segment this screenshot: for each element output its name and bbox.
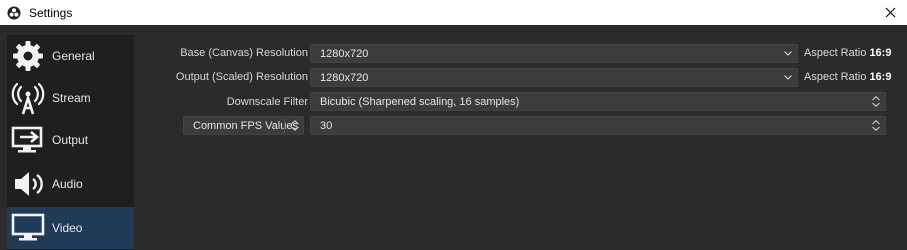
gear-icon [11,39,45,73]
sidebar-item-output[interactable]: Output [7,119,134,161]
sidebar-item-label: Stream [52,91,91,105]
updown-chevron-icon [867,93,885,110]
window-title: Settings [29,5,73,20]
base-resolution-label: Base (Canvas) Resolution [180,47,308,59]
monitor-icon [11,211,45,245]
aspect-ratio-value: 16:9 [869,47,892,59]
output-icon [11,123,45,157]
downscale-filter-label: Downscale Filter [226,96,308,108]
sidebar-item-general[interactable]: General [7,35,134,77]
close-icon [885,7,895,18]
updown-chevron-icon [867,117,885,134]
settings-main: General Stream Output Audio Video Base (… [0,25,907,250]
obs-logo-icon [7,6,21,19]
downscale-filter-value: Bicubic (Sharpened scaling, 16 samples) [320,96,520,108]
speaker-icon [11,167,45,201]
fps-value-select[interactable]: 30 [310,116,886,135]
base-aspect-ratio: Aspect Ratio 16:9 [804,47,891,59]
chevron-down-icon [779,45,797,62]
output-resolution-combo[interactable]: 1280x720 [310,68,798,87]
aspect-ratio-value: 16:9 [869,71,892,83]
fps-type-select[interactable]: Common FPS Values [183,116,304,135]
divider [284,119,285,133]
output-resolution-value: 1280x720 [320,72,369,84]
output-aspect-ratio: Aspect Ratio 16:9 [804,71,891,83]
base-resolution-value: 1280x720 [320,48,369,60]
sidebar-item-label: Video [52,221,83,235]
sidebar-item-video[interactable]: Video [7,207,134,249]
sidebar-item-audio[interactable]: Audio [7,163,134,205]
settings-sidebar: General Stream Output Audio Video [7,35,134,250]
updown-chevron-icon [291,120,299,134]
sidebar-item-label: Audio [52,177,83,191]
chevron-down-icon [779,69,797,86]
sidebar-item-label: Output [52,133,89,147]
fps-value: 30 [320,120,333,132]
title-bar: Settings [0,0,907,25]
downscale-filter-select[interactable]: Bicubic (Sharpened scaling, 16 samples) [310,92,886,111]
broadcast-icon [11,81,45,115]
sidebar-item-label: General [52,49,95,63]
aspect-ratio-label: Aspect Ratio [804,71,867,83]
close-button[interactable] [873,0,907,25]
output-resolution-label: Output (Scaled) Resolution [175,71,308,83]
sidebar-item-stream[interactable]: Stream [7,77,134,119]
fps-type-value: Common FPS Values [193,120,298,132]
base-resolution-combo[interactable]: 1280x720 [310,44,798,63]
aspect-ratio-label: Aspect Ratio [804,47,867,59]
